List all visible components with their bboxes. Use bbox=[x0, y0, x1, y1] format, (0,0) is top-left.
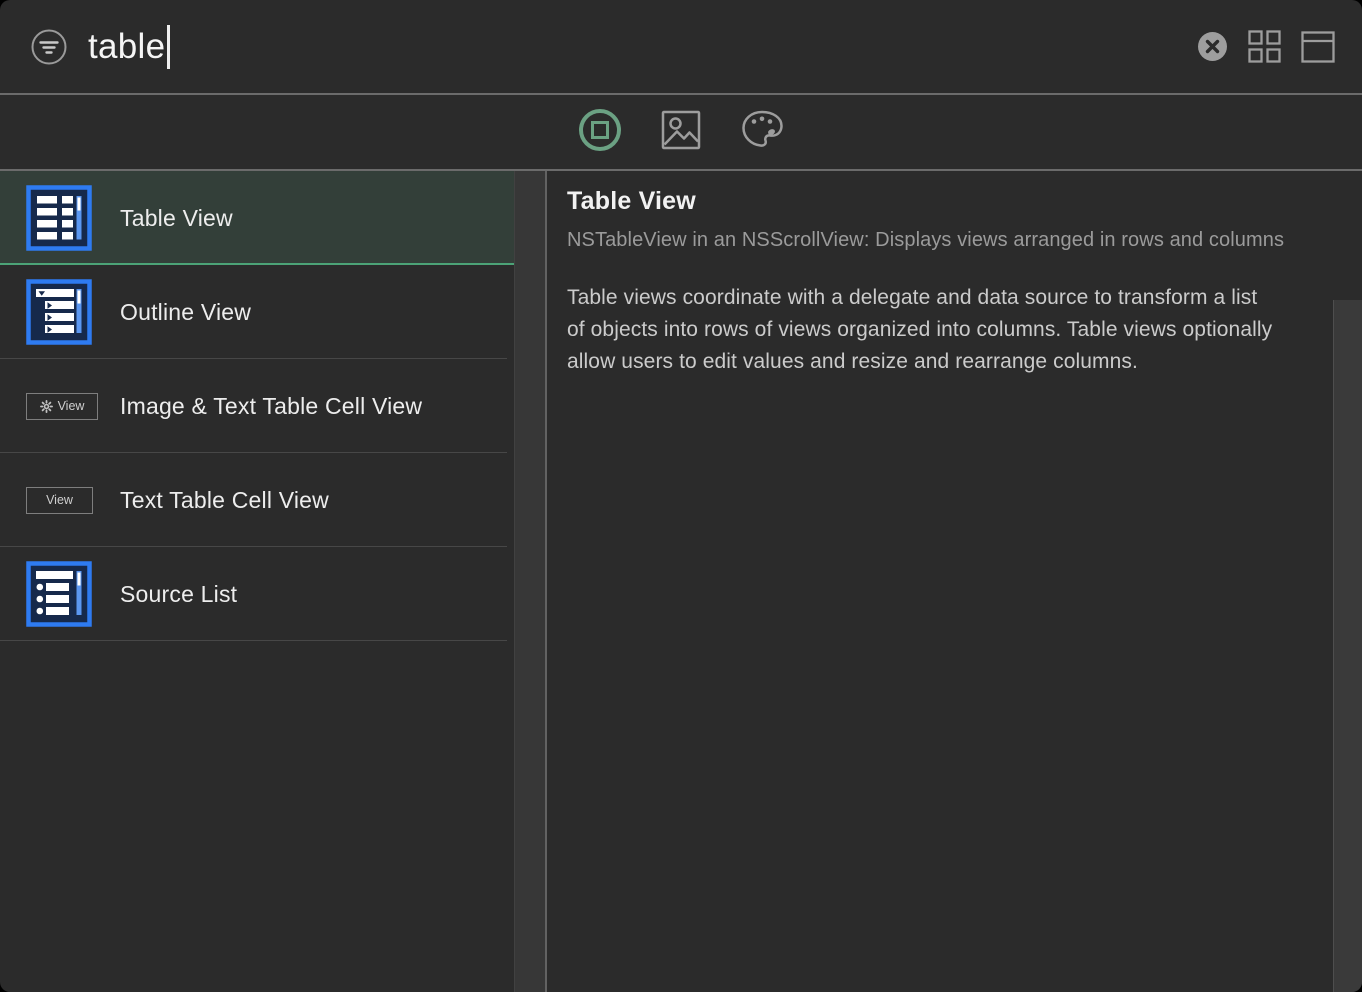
search-bar: table bbox=[0, 0, 1362, 93]
library-content: Table View bbox=[0, 171, 1362, 992]
search-input[interactable]: table bbox=[88, 25, 1197, 69]
result-label: Source List bbox=[120, 581, 237, 608]
grid-view-button[interactable] bbox=[1247, 29, 1282, 64]
clear-search-button[interactable] bbox=[1197, 31, 1228, 62]
table-view-icon bbox=[26, 185, 120, 251]
detail-subtitle: NSTableView in an NSScrollView: Displays… bbox=[567, 226, 1312, 254]
view-badge-icon: View bbox=[26, 487, 120, 514]
photo-icon bbox=[661, 110, 701, 155]
result-row-source-list[interactable]: Source List bbox=[0, 547, 514, 641]
square-in-circle-icon bbox=[578, 108, 622, 157]
results-list: Table View bbox=[0, 171, 514, 992]
detail-description: Table views coordinate with a delegate a… bbox=[567, 282, 1279, 378]
badge-text: View bbox=[46, 493, 73, 507]
single-pane-view-button[interactable] bbox=[1301, 31, 1335, 63]
result-label: Outline View bbox=[120, 299, 251, 326]
palette-icon bbox=[740, 109, 785, 155]
result-row-outline-view[interactable]: Outline View bbox=[0, 265, 514, 359]
search-text: table bbox=[88, 27, 165, 67]
detail-title: Table View bbox=[567, 187, 1316, 216]
library-tab-bar bbox=[0, 95, 1362, 169]
tab-media[interactable] bbox=[661, 110, 701, 155]
gear-icon bbox=[40, 400, 53, 413]
outline-view-icon bbox=[26, 279, 120, 345]
result-label: Text Table Cell View bbox=[120, 487, 329, 514]
search-bar-actions bbox=[1197, 29, 1335, 64]
library-panel-window: table bbox=[0, 0, 1362, 992]
result-row-table-view[interactable]: Table View bbox=[0, 171, 514, 265]
filter-icon[interactable] bbox=[30, 28, 68, 66]
detail-panel: Table View NSTableView in an NSScrollVie… bbox=[547, 171, 1362, 992]
detail-scrollbar-track[interactable] bbox=[1333, 300, 1362, 992]
tab-colors[interactable] bbox=[740, 109, 785, 155]
gear-view-badge-icon: View bbox=[26, 393, 120, 420]
result-label: Table View bbox=[120, 205, 233, 232]
source-list-icon bbox=[26, 561, 120, 627]
text-cursor bbox=[167, 25, 170, 69]
result-row-text-table-cell-view[interactable]: View Text Table Cell View bbox=[0, 453, 514, 547]
result-label: Image & Text Table Cell View bbox=[120, 393, 422, 420]
tab-objects[interactable] bbox=[578, 108, 622, 157]
panel-divider[interactable] bbox=[514, 171, 547, 992]
result-row-image-text-table-cell-view[interactable]: View Image & Text Table Cell View bbox=[0, 359, 514, 453]
badge-text: View bbox=[58, 399, 85, 413]
